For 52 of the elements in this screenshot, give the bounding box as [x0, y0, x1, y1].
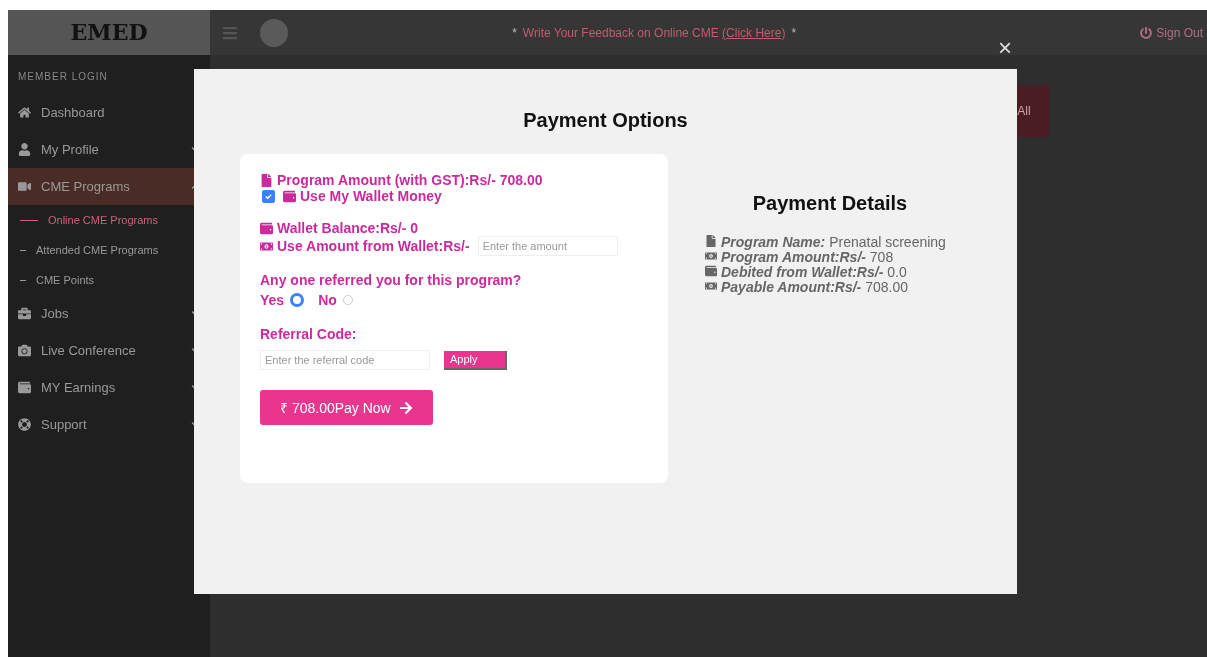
radio-label: No: [318, 292, 337, 308]
user-icon: [18, 143, 31, 156]
checkmark-icon: [264, 191, 273, 201]
power-icon: [1140, 26, 1153, 39]
submenu-item[interactable]: CME Points: [8, 265, 210, 295]
sidebar-item[interactable]: Dashboard: [8, 94, 210, 131]
avatar[interactable]: [260, 18, 288, 47]
sidebar-item[interactable]: Live Conference: [8, 332, 210, 369]
arrow-right-icon: [398, 400, 413, 415]
referral-question: Any one referred you for this program?: [260, 272, 522, 288]
detail-line: Debited from Wallet:Rs/- 0.0: [705, 265, 1005, 280]
file-icon: [705, 235, 717, 247]
wallet-icon: [283, 189, 296, 203]
banknote-icon: [705, 280, 717, 292]
radio-button[interactable]: [290, 293, 305, 307]
wallet-checkbox-label: Use My Wallet Money: [300, 188, 442, 204]
sidebar-item[interactable]: Jobs: [8, 295, 210, 332]
close-button[interactable]: ×: [998, 36, 1012, 60]
banknote-icon: [705, 250, 717, 262]
briefcase-icon: [18, 307, 31, 320]
program-amount: Program Amount (with GST):Rs/- 708.00: [277, 172, 543, 188]
submenu-item[interactable]: Attended CME Programs: [8, 235, 210, 265]
pay-now-button[interactable]: ₹ 708.00Pay Now: [260, 390, 433, 425]
camera-icon: [18, 344, 31, 357]
feedback-notice: * Write Your Feedback on Online CME (Click Here) *: [511, 25, 798, 40]
wallet-balance: Wallet Balance:Rs/- 0: [277, 220, 419, 236]
wallet-icon: [260, 221, 273, 235]
referral-code-input[interactable]: Enter the referral code: [260, 350, 430, 370]
file-icon: [260, 173, 273, 187]
section-heading: MEMBER LOGIN: [17, 71, 109, 84]
detail-line: Program Name: Prenatal screening: [705, 235, 1005, 250]
referral-code-label: Referral Code:: [260, 326, 357, 342]
details-title: Payment Details: [751, 192, 909, 215]
amount-input[interactable]: Enter the amount: [477, 236, 618, 256]
radio-button[interactable]: [342, 295, 353, 305]
sign-out-link[interactable]: Sign Out: [1156, 25, 1203, 40]
logo: EMED: [8, 10, 210, 55]
radio-label: Yes: [260, 292, 285, 308]
detail-line: Payable Amount:Rs/- 708.00: [705, 280, 1005, 295]
lifebuoy-icon: [18, 418, 31, 431]
modal-title: Payment Options: [522, 109, 689, 132]
apply-button[interactable]: Apply: [444, 350, 507, 370]
use-amount-label: Use Amount from Wallet:Rs/-: [277, 238, 470, 254]
submenu-item[interactable]: Online CME Programs: [8, 205, 210, 235]
menu-icon[interactable]: [222, 24, 238, 41]
sidebar-item[interactable]: MY Earnings: [8, 369, 210, 406]
wallet-icon: [18, 381, 31, 394]
detail-line: Program Amount:Rs/- 708: [705, 250, 1005, 265]
wallet-checkbox[interactable]: [262, 189, 275, 203]
video-camera-icon: [18, 180, 31, 193]
home-icon: [18, 106, 31, 119]
wallet-icon: [705, 265, 717, 277]
